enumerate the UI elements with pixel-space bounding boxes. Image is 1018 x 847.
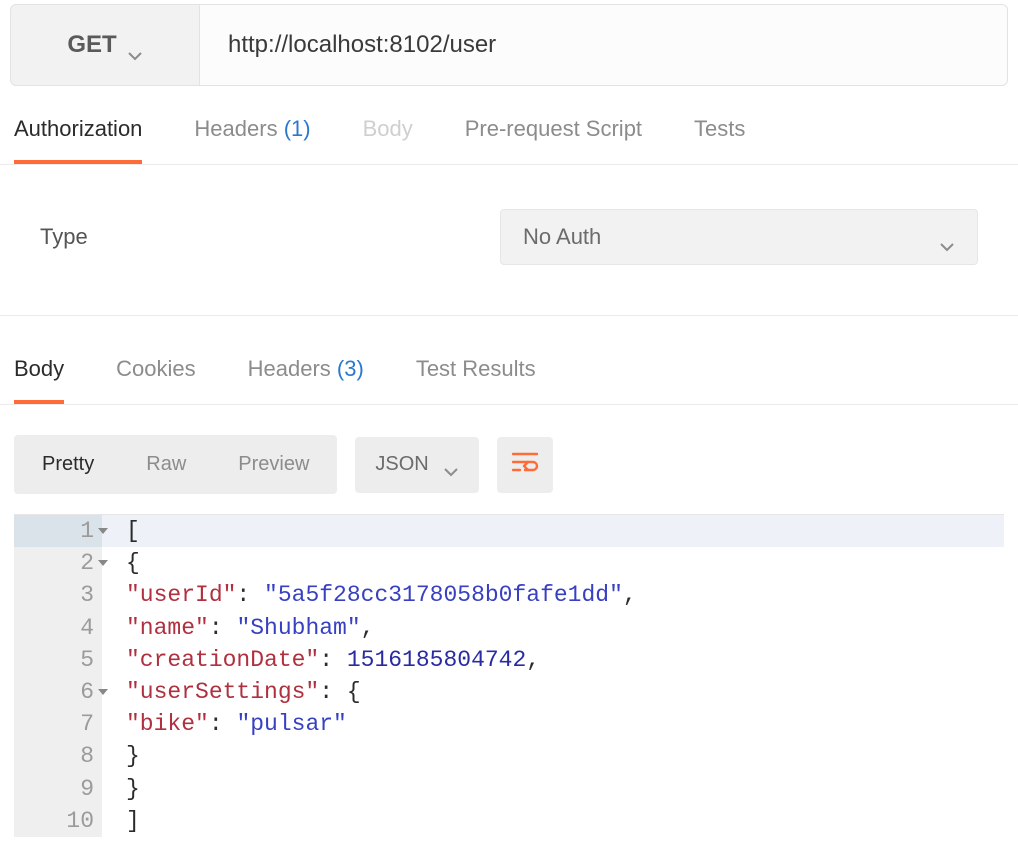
view-pretty-label: Pretty [42,453,94,475]
gutter-line-number: 5 [14,644,102,676]
tab-tests-label: Tests [694,116,745,141]
code-line: 1[ [14,515,1004,547]
gutter-line-number: 1 [14,515,102,547]
http-method-label: GET [67,31,116,59]
gutter-line-number: 4 [14,612,102,644]
tab-response-headers[interactable]: Headers (3) [248,356,364,404]
tab-response-test-results-label: Test Results [416,356,536,381]
http-method-select[interactable]: GET [10,4,200,86]
view-preview-label: Preview [238,453,309,475]
tab-pre-request-script[interactable]: Pre-request Script [465,116,642,164]
code-content: "userSettings": { [102,676,1004,708]
view-raw-button[interactable]: Raw [120,437,212,492]
wrap-lines-icon [511,451,539,478]
tab-authorization-label: Authorization [14,116,142,141]
request-url-input[interactable]: http://localhost:8102/user [200,4,1008,86]
tab-response-headers-label: Headers [248,356,331,381]
auth-type-label: Type [40,224,500,250]
gutter-line-number: 2 [14,547,102,579]
tab-body-label: Body [363,116,413,141]
response-body-controls: Pretty Raw Preview JSON [0,405,1018,514]
tab-response-body-label: Body [14,356,64,381]
request-bar: GET http://localhost:8102/user [0,0,1018,86]
code-line: 10] [14,805,1004,837]
code-line: 9 } [14,773,1004,805]
gutter-line-number: 6 [14,676,102,708]
code-line: 4 "name": "Shubham", [14,612,1004,644]
tab-response-headers-count: (3) [337,356,364,381]
code-content: "bike": "pulsar" [102,708,1004,740]
code-content: "name": "Shubham", [102,612,1004,644]
code-line: 5 "creationDate": 1516185804742, [14,644,1004,676]
code-content: { [102,547,1004,579]
tab-headers[interactable]: Headers (1) [194,116,310,164]
body-format-label: JSON [375,453,428,476]
view-pretty-button[interactable]: Pretty [16,437,120,492]
code-content: [ [102,515,1004,547]
chevron-down-icon [443,460,459,470]
tab-pre-request-label: Pre-request Script [465,116,642,141]
gutter-line-number: 8 [14,740,102,772]
tab-response-cookies-label: Cookies [116,356,195,381]
body-view-segmented: Pretty Raw Preview [14,435,337,494]
chevron-down-icon [127,40,143,50]
code-content: ] [102,805,1004,837]
code-line: 6 "userSettings": { [14,676,1004,708]
fold-toggle-icon[interactable] [98,560,108,566]
body-format-select[interactable]: JSON [355,437,478,493]
fold-toggle-icon[interactable] [98,528,108,534]
gutter-line-number: 9 [14,773,102,805]
view-preview-button[interactable]: Preview [212,437,335,492]
view-raw-label: Raw [146,453,186,475]
tab-response-cookies[interactable]: Cookies [116,356,195,404]
response-body-editor[interactable]: 1[2 {3 "userId": "5a5f28cc3178058b0fafe1… [14,514,1004,837]
request-tabs: Authorization Headers (1) Body Pre-reque… [0,86,1018,165]
code-content: } [102,740,1004,772]
code-line: 8 } [14,740,1004,772]
code-content: } [102,773,1004,805]
gutter-line-number: 7 [14,708,102,740]
tab-body[interactable]: Body [363,116,413,164]
response-tabs: Body Cookies Headers (3) Test Results [0,316,1018,405]
auth-type-select[interactable]: No Auth [500,209,978,265]
request-url-text: http://localhost:8102/user [228,31,496,59]
tab-headers-label: Headers [194,116,277,141]
tab-response-body[interactable]: Body [14,356,64,404]
tab-headers-count: (1) [284,116,311,141]
tab-tests[interactable]: Tests [694,116,745,164]
auth-type-value: No Auth [523,224,601,250]
gutter-line-number: 10 [14,805,102,837]
tab-authorization[interactable]: Authorization [14,116,142,164]
fold-toggle-icon[interactable] [98,689,108,695]
code-line: 3 "userId": "5a5f28cc3178058b0fafe1dd", [14,579,1004,611]
code-line: 7 "bike": "pulsar" [14,708,1004,740]
code-content: "userId": "5a5f28cc3178058b0fafe1dd", [102,579,1004,611]
chevron-down-icon [939,232,955,242]
gutter-line-number: 3 [14,579,102,611]
code-content: "creationDate": 1516185804742, [102,644,1004,676]
code-line: 2 { [14,547,1004,579]
tab-response-test-results[interactable]: Test Results [416,356,536,404]
auth-panel: Type No Auth [0,165,1018,316]
line-wrap-button[interactable] [497,437,553,493]
